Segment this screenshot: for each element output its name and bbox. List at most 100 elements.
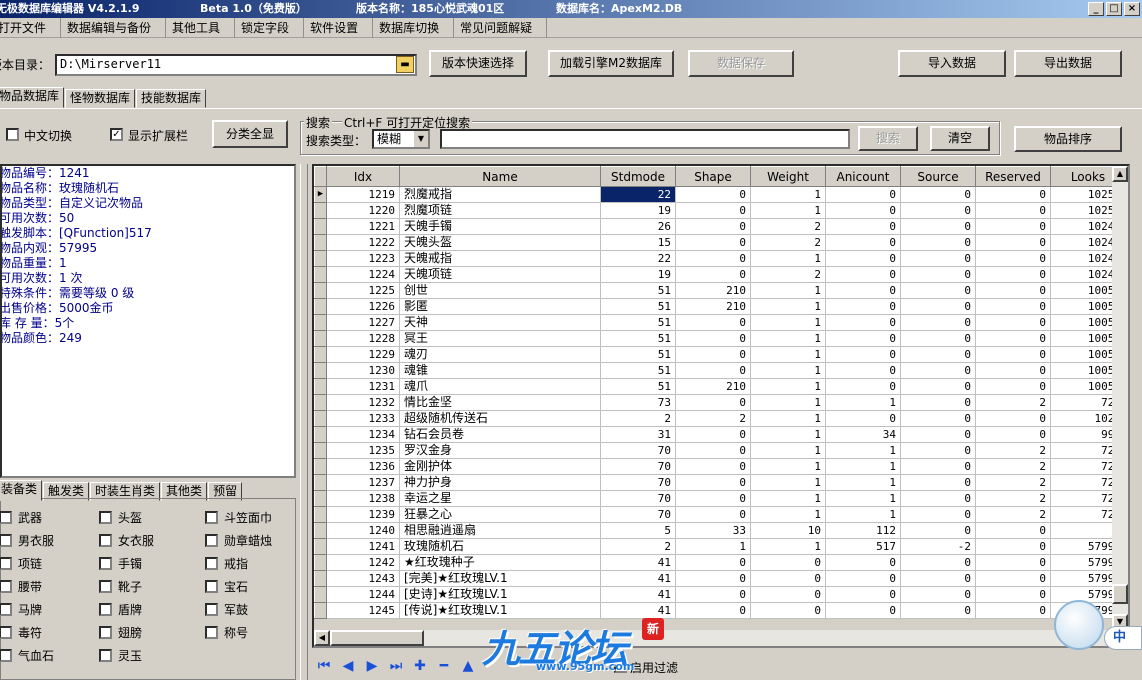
cell-reserved[interactable]: 0 [975, 410, 1051, 427]
cell-name[interactable]: 冥王 [399, 330, 601, 347]
show-ext-checkbox[interactable]: ✓ [110, 128, 123, 141]
cell-weight[interactable]: 0 [750, 602, 826, 619]
checkbox[interactable] [0, 603, 12, 616]
category-gem[interactable]: 宝石 [205, 578, 248, 595]
vertical-scrollbar[interactable]: ▲ ▼ [1112, 166, 1128, 630]
row-indicator[interactable] [314, 426, 327, 443]
cell-stdmode[interactable]: 15 [600, 234, 676, 251]
table-row[interactable]: 1240相思融逍遥扇53310112007 [314, 522, 1126, 539]
cell-anicount[interactable]: 112 [825, 522, 901, 539]
cell-source[interactable]: 0 [900, 426, 976, 443]
item-sort-button[interactable]: 物品排序 [1014, 126, 1122, 152]
category-weapon[interactable]: 武器 [0, 509, 42, 526]
checkbox[interactable] [0, 511, 12, 524]
cell-shape[interactable]: 0 [675, 506, 751, 523]
cell-name[interactable]: 天魄头盔 [399, 234, 601, 251]
cell-anicount[interactable]: 0 [825, 250, 901, 267]
cell-anicount[interactable]: 0 [825, 298, 901, 315]
table-row[interactable]: 1241 玫瑰随机石 2 1 1 517 -2 0 57995 [314, 538, 1126, 555]
col-anicount[interactable]: Anicount [825, 166, 901, 187]
cell-name[interactable]: 天魄手镯 [399, 218, 601, 235]
table-row[interactable]: 1223 天魄戒指 22 0 1 0 0 0 10249 [314, 250, 1126, 267]
cell-source[interactable]: 0 [900, 602, 976, 619]
cell-stdmode[interactable]: 70 [600, 474, 676, 491]
cell-name[interactable]: 创世 [399, 282, 601, 299]
table-row[interactable]: 1234钻石会员卷31013400993 [314, 426, 1126, 443]
cell-name[interactable]: 烈魔戒指 [399, 186, 601, 203]
cell-idx[interactable]: 1238 [326, 490, 400, 507]
category-helmet[interactable]: 头盔 [99, 509, 142, 526]
cell-idx[interactable]: 1221 [326, 218, 400, 235]
cell-shape[interactable]: 0 [675, 330, 751, 347]
cell-anicount[interactable]: 0 [825, 234, 901, 251]
cell-reserved[interactable]: 0 [975, 282, 1051, 299]
checkbox[interactable] [205, 603, 218, 616]
row-indicator[interactable] [314, 298, 327, 315]
cell-weight[interactable]: 1 [750, 314, 826, 331]
cell-shape[interactable]: 0 [675, 426, 751, 443]
cell-name[interactable]: 影匿 [399, 298, 601, 315]
minimize-icon[interactable]: _ [1088, 2, 1104, 16]
cell-reserved[interactable]: 2 [975, 394, 1051, 411]
cell-reserved[interactable]: 0 [975, 314, 1051, 331]
col-weight[interactable]: Weight [750, 166, 826, 187]
cell-source[interactable]: 0 [900, 378, 976, 395]
cell-shape[interactable]: 210 [675, 298, 751, 315]
category-boots[interactable]: 靴子 [99, 578, 142, 595]
category-ring[interactable]: 戒指 [205, 555, 248, 572]
category-poison-talisman[interactable]: 毒符 [0, 624, 42, 641]
checkbox[interactable] [99, 580, 112, 593]
cell-source[interactable]: 0 [900, 586, 976, 603]
cell-weight[interactable]: 1 [750, 458, 826, 475]
cell-reserved[interactable]: 0 [975, 378, 1051, 395]
cell-stdmode[interactable]: 51 [600, 282, 676, 299]
show-all-categories-button[interactable]: 分类全显 [212, 120, 288, 148]
edit-icon[interactable]: ▲ [460, 658, 476, 674]
cell-source[interactable]: 0 [900, 250, 976, 267]
horizontal-scroll-thumb[interactable] [330, 630, 424, 646]
insert-icon[interactable]: ✚ [412, 658, 428, 674]
category-hat-veil[interactable]: 斗笠面巾 [205, 509, 272, 526]
table-row[interactable]: 1238幸运之星7001102720 [314, 490, 1126, 507]
table-row[interactable]: 1220 烈魔项链 19 0 1 0 0 0 10253 [314, 202, 1126, 219]
cell-reserved[interactable]: 2 [975, 506, 1051, 523]
cell-name[interactable]: 金刚护体 [399, 458, 601, 475]
cell-reserved[interactable]: 0 [975, 202, 1051, 219]
cell-source[interactable]: 0 [900, 554, 976, 571]
cell-name[interactable]: 魂锥 [399, 362, 601, 379]
row-indicator[interactable] [314, 362, 327, 379]
table-row[interactable]: 1244 [史诗]★红玫瑰LV.1 41 0 0 0 0 0 57998 [314, 586, 1126, 603]
cell-anicount[interactable]: 0 [825, 362, 901, 379]
cell-reserved[interactable]: 2 [975, 474, 1051, 491]
cell-weight[interactable]: 0 [750, 570, 826, 587]
cell-idx[interactable]: 1225 [326, 282, 400, 299]
cell-anicount[interactable]: 0 [825, 282, 901, 299]
cell-idx[interactable]: 1224 [326, 266, 400, 283]
cell-weight[interactable]: 1 [750, 506, 826, 523]
cell-reserved[interactable]: 0 [975, 218, 1051, 235]
table-row[interactable]: ▶ 1219 烈魔戒指 22 0 1 0 0 0 10255 [314, 186, 1126, 203]
cell-name[interactable]: 烈魔项链 [399, 202, 601, 219]
row-indicator[interactable] [314, 330, 327, 347]
row-indicator[interactable] [314, 602, 327, 619]
cell-source[interactable]: 0 [900, 346, 976, 363]
cell-shape[interactable]: 0 [675, 586, 751, 603]
cell-shape[interactable]: 0 [675, 250, 751, 267]
col-stdmode[interactable]: Stdmode [600, 166, 676, 187]
cell-stdmode[interactable]: 70 [600, 490, 676, 507]
cell-anicount[interactable]: 0 [825, 378, 901, 395]
cell-shape[interactable]: 0 [675, 602, 751, 619]
cell-reserved[interactable]: 0 [975, 234, 1051, 251]
cell-shape[interactable]: 0 [675, 474, 751, 491]
cell-anicount[interactable]: 1 [825, 442, 901, 459]
cell-reserved[interactable]: 0 [975, 266, 1051, 283]
cell-idx[interactable]: 1236 [326, 458, 400, 475]
cell-idx[interactable]: 1239 [326, 506, 400, 523]
cell-stdmode[interactable]: 22 [600, 250, 676, 267]
checkbox[interactable] [99, 511, 112, 524]
row-indicator[interactable] [314, 314, 327, 331]
cell-shape[interactable]: 0 [675, 554, 751, 571]
category-horse-token[interactable]: 马牌 [0, 601, 42, 618]
row-indicator[interactable] [314, 250, 327, 267]
prior-icon[interactable]: ◀ [340, 658, 356, 674]
